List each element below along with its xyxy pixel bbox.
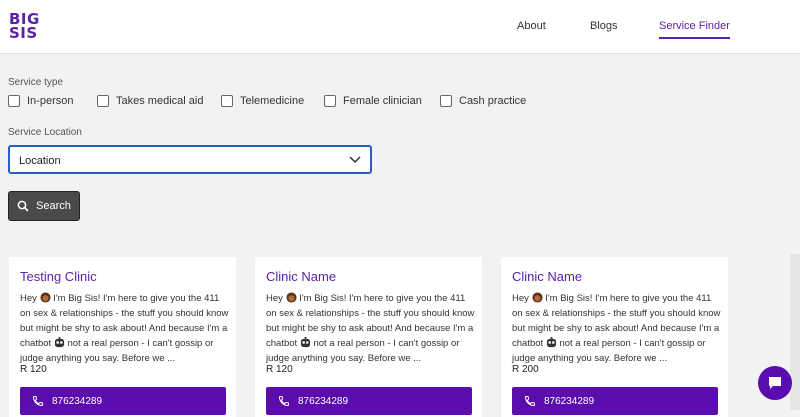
checkbox-box[interactable] bbox=[221, 95, 233, 107]
robot-emoji-icon bbox=[54, 337, 64, 348]
nav-about[interactable]: About bbox=[517, 20, 546, 32]
robot-emoji-icon bbox=[300, 337, 310, 348]
clinic-price: R 120 bbox=[20, 364, 47, 375]
phone-icon bbox=[524, 396, 535, 407]
phone-number: 876234289 bbox=[298, 395, 349, 407]
desc-part-1: Hey bbox=[20, 293, 37, 304]
clinic-description: Hey I'm Big Sis! I'm here to give you th… bbox=[20, 291, 232, 366]
clinic-title[interactable]: Clinic Name bbox=[266, 269, 336, 284]
search-button[interactable]: Search bbox=[8, 191, 80, 221]
clinic-price: R 120 bbox=[266, 364, 293, 375]
location-select-value: Location bbox=[19, 155, 61, 167]
checkbox-female-clinician[interactable]: Female clinician bbox=[324, 95, 422, 107]
checkbox-label: Cash practice bbox=[459, 95, 527, 107]
call-button[interactable]: 876234289 bbox=[512, 387, 718, 415]
clinic-description: Hey I'm Big Sis! I'm here to give you th… bbox=[266, 291, 478, 366]
phone-icon bbox=[278, 396, 289, 407]
checkbox-box[interactable] bbox=[324, 95, 336, 107]
checkbox-label: In-person bbox=[27, 95, 74, 107]
desc-part-1: Hey bbox=[266, 293, 283, 304]
clinic-title[interactable]: Clinic Name bbox=[512, 269, 582, 284]
checkbox-cash-practice[interactable]: Cash practice bbox=[440, 95, 526, 107]
chat-launcher-button[interactable] bbox=[758, 366, 792, 400]
clinic-title[interactable]: Testing Clinic bbox=[20, 269, 97, 284]
girl-emoji-icon bbox=[286, 292, 297, 303]
logo-line-2: SIS bbox=[9, 24, 38, 42]
location-select[interactable]: Location bbox=[8, 145, 372, 174]
clinic-card[interactable]: Clinic Name Hey I'm Big Sis! I'm here to… bbox=[501, 257, 728, 417]
chat-bubble-icon bbox=[769, 377, 781, 389]
nav-service-finder[interactable]: Service Finder bbox=[659, 20, 730, 39]
checkbox-box[interactable] bbox=[8, 95, 20, 107]
clinic-card[interactable]: Testing Clinic Hey I'm Big Sis! I'm here… bbox=[9, 257, 236, 417]
checkbox-takes-medical-aid[interactable]: Takes medical aid bbox=[97, 95, 203, 107]
clinic-description: Hey I'm Big Sis! I'm here to give you th… bbox=[512, 291, 724, 366]
desc-part-1: Hey bbox=[512, 293, 529, 304]
checkbox-telemedicine[interactable]: Telemedicine bbox=[221, 95, 304, 107]
checkbox-label: Female clinician bbox=[343, 95, 422, 107]
girl-emoji-icon bbox=[40, 292, 51, 303]
big-sis-logo[interactable]: BIG SIS bbox=[9, 12, 40, 42]
checkbox-box[interactable] bbox=[97, 95, 109, 107]
search-icon bbox=[17, 200, 29, 212]
top-navbar: BIG SIS About Blogs Service Finder bbox=[0, 0, 800, 54]
checkbox-label: Takes medical aid bbox=[116, 95, 204, 107]
girl-emoji-icon bbox=[532, 292, 543, 303]
service-type-label: Service type bbox=[8, 77, 64, 88]
clinic-price: R 200 bbox=[512, 364, 539, 375]
call-button[interactable]: 876234289 bbox=[266, 387, 472, 415]
phone-number: 876234289 bbox=[544, 395, 595, 407]
chevron-down-icon bbox=[349, 156, 361, 164]
phone-icon bbox=[32, 396, 43, 407]
service-location-label: Service Location bbox=[8, 127, 82, 138]
phone-number: 876234289 bbox=[52, 395, 103, 407]
clinic-card[interactable]: Clinic Name Hey I'm Big Sis! I'm here to… bbox=[255, 257, 482, 417]
checkbox-box[interactable] bbox=[440, 95, 452, 107]
nav-blogs[interactable]: Blogs bbox=[590, 20, 618, 32]
checkbox-in-person[interactable]: In-person bbox=[8, 95, 73, 107]
call-button[interactable]: 876234289 bbox=[20, 387, 226, 415]
search-button-label: Search bbox=[36, 200, 71, 212]
robot-emoji-icon bbox=[546, 337, 556, 348]
checkbox-label: Telemedicine bbox=[240, 95, 305, 107]
